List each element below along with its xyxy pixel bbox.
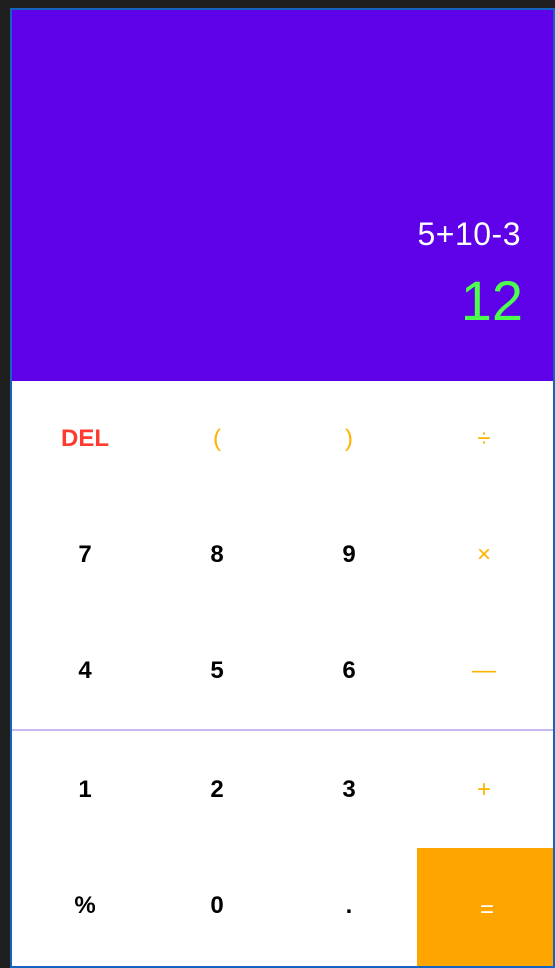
close-paren-button[interactable]: ) (282, 381, 416, 497)
open-paren-button[interactable]: ( (150, 381, 284, 497)
digit-7-button[interactable]: 7 (18, 497, 152, 613)
display-panel: 5+10-3 12 (12, 10, 553, 381)
expression-text: 5+10-3 (417, 216, 521, 252)
calculator-app: 5+10-3 12 DEL ( ) ÷ 7 8 9 × 4 5 6 — 1 2 … (10, 8, 555, 968)
result-text: 12 (460, 269, 523, 332)
digit-3-button[interactable]: 3 (282, 732, 416, 848)
digit-4-button[interactable]: 4 (18, 613, 152, 729)
digit-0-button[interactable]: 0 (150, 848, 284, 964)
digit-6-button[interactable]: 6 (282, 613, 416, 729)
delete-button[interactable]: DEL (18, 381, 152, 497)
keypad-divider (12, 729, 553, 731)
digit-2-button[interactable]: 2 (150, 732, 284, 848)
digit-8-button[interactable]: 8 (150, 497, 284, 613)
decimal-point-button[interactable]: . (282, 848, 416, 964)
digit-5-button[interactable]: 5 (150, 613, 284, 729)
percent-button[interactable]: % (18, 848, 152, 964)
multiply-button[interactable]: × (417, 497, 551, 613)
digit-1-button[interactable]: 1 (18, 732, 152, 848)
minus-button[interactable]: — (417, 613, 551, 729)
equals-button[interactable]: = (417, 848, 553, 966)
plus-button[interactable]: + (417, 732, 551, 848)
digit-9-button[interactable]: 9 (282, 497, 416, 613)
divide-button[interactable]: ÷ (417, 381, 551, 497)
